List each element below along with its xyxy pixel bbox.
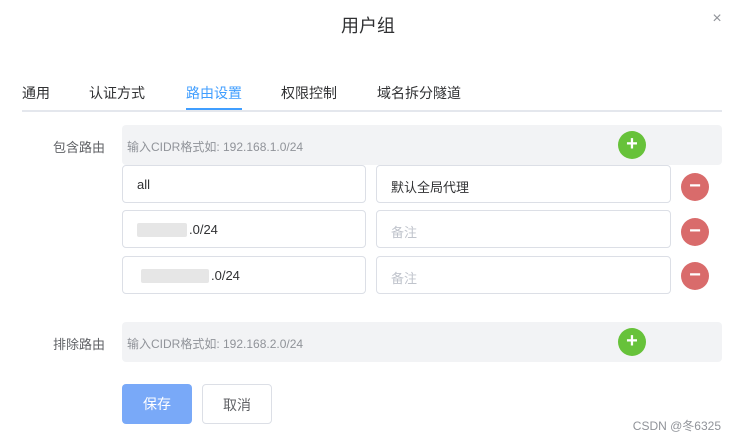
watermark: CSDN @冬6325 [632, 419, 721, 433]
redacted-block [141, 269, 209, 283]
include-row-1-cidr[interactable]: all [122, 165, 366, 203]
dialog-title: 用户组 [341, 16, 395, 36]
save-button[interactable]: 保存 [122, 384, 192, 424]
cidr-value: all [137, 177, 151, 192]
tab-auth[interactable]: 认证方式 [89, 83, 145, 103]
cidr-value: .0/24 [189, 222, 218, 237]
tab-split-tunnel[interactable]: 域名拆分隧道 [377, 83, 461, 103]
include-add-button[interactable]: + [618, 131, 646, 159]
close-icon[interactable]: × [708, 10, 726, 28]
tab-bar: 通用 认证方式 路由设置 权限控制 域名拆分隧道 [22, 80, 722, 112]
minus-icon: − [689, 220, 701, 242]
cidr-value: .0/24 [211, 268, 240, 283]
include-cidr-placeholder: 输入CIDR格式如: 192.168.1.0/24 [127, 140, 304, 154]
tab-general[interactable]: 通用 [22, 83, 50, 103]
include-row-2-cidr[interactable]: .0/24 [122, 210, 366, 248]
exclude-add-button[interactable]: + [618, 328, 646, 356]
include-row-3-remove-button[interactable]: − [681, 262, 709, 290]
exclude-routes-label: 排除路由 [53, 337, 106, 352]
exclude-cidr-placeholder: 输入CIDR格式如: 192.168.2.0/24 [127, 337, 304, 351]
include-row-1-remove-button[interactable]: − [681, 173, 709, 201]
tab-permissions[interactable]: 权限控制 [281, 83, 337, 103]
remark-placeholder: 备注 [391, 271, 418, 286]
include-row-1-remark[interactable]: 默认全局代理 [376, 165, 671, 203]
include-row-3-cidr[interactable]: .0/24 [122, 256, 366, 294]
exclude-cidr-input[interactable]: 输入CIDR格式如: 192.168.2.0/24 + [122, 322, 722, 362]
tab-routes[interactable]: 路由设置 [186, 83, 242, 103]
include-cidr-input[interactable]: 输入CIDR格式如: 192.168.1.0/24 + [122, 125, 722, 165]
minus-icon: − [689, 175, 701, 197]
include-routes-label: 包含路由 [53, 140, 106, 155]
remark-value: 默认全局代理 [391, 180, 470, 195]
active-tab-indicator [186, 108, 242, 110]
minus-icon: − [689, 264, 701, 286]
include-row-2-remove-button[interactable]: − [681, 218, 709, 246]
cancel-button[interactable]: 取消 [202, 384, 272, 424]
include-row-3-remark[interactable]: 备注 [376, 256, 671, 294]
remark-placeholder: 备注 [391, 225, 418, 240]
redacted-block [137, 223, 187, 237]
include-row-2-remark[interactable]: 备注 [376, 210, 671, 248]
plus-icon: + [626, 330, 638, 352]
plus-icon: + [626, 133, 638, 155]
